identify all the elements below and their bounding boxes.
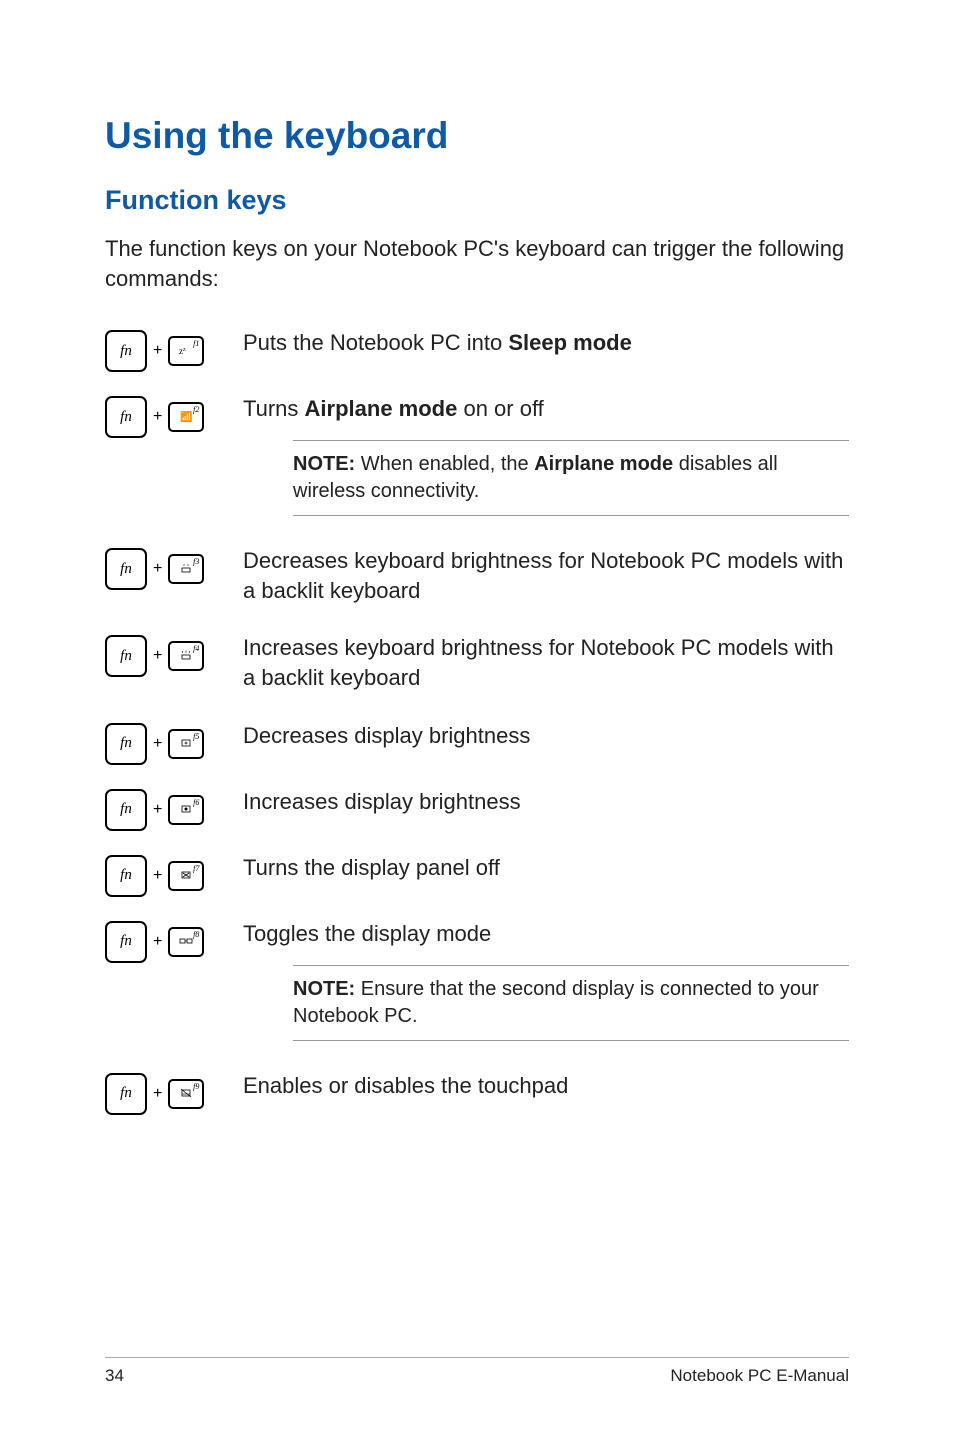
description: Enables or disables the touchpad (243, 1071, 849, 1101)
plus-icon: + (153, 560, 162, 578)
display-off-icon (179, 868, 193, 883)
sleep-icon: zz (179, 344, 193, 359)
f7-key-icon: f7 (168, 861, 204, 891)
plus-icon: + (153, 342, 162, 360)
keyboard-dim-icon (179, 562, 193, 577)
function-row-f6: fn + f6 Increases display brightness (105, 787, 849, 831)
key-combo: fn + f4 (105, 633, 243, 677)
fn-key-icon: fn (105, 921, 147, 963)
touchpad-icon (179, 1086, 193, 1101)
plus-icon: + (153, 933, 162, 951)
key-combo: fn + f5 (105, 721, 243, 765)
page-number: 34 (105, 1366, 124, 1386)
fn-key-icon: fn (105, 723, 147, 765)
brightness-up-icon (179, 802, 193, 817)
key-combo: fn + f3 (105, 546, 243, 590)
function-row-f5: fn + f5 Decreases display brightness (105, 721, 849, 765)
svg-text:📶: 📶 (180, 410, 192, 422)
key-combo: fn + f1 zz (105, 328, 243, 372)
description: Turns the display panel off (243, 853, 849, 883)
fn-key-icon: fn (105, 789, 147, 831)
page-footer: 34 Notebook PC E-Manual (105, 1357, 849, 1386)
plus-icon: + (153, 867, 162, 885)
f4-key-icon: f4 (168, 641, 204, 671)
plus-icon: + (153, 735, 162, 753)
function-row-f9: fn + f9 Enables or disables the touchpad (105, 1071, 849, 1115)
description: Turns Airplane mode on or off NOTE: When… (243, 394, 849, 524)
key-combo: fn + f8 (105, 919, 243, 963)
function-row-f1: fn + f1 zz Puts the Notebook PC into Sle… (105, 328, 849, 372)
svg-text:z: z (183, 347, 186, 353)
note-box: NOTE: Ensure that the second display is … (293, 965, 849, 1041)
note-box: NOTE: When enabled, the Airplane mode di… (293, 440, 849, 516)
fn-key-icon: fn (105, 396, 147, 438)
f3-key-icon: f3 (168, 554, 204, 584)
section-title: Function keys (105, 185, 849, 216)
description: Toggles the display mode NOTE: Ensure th… (243, 919, 849, 1049)
fn-key-icon: fn (105, 635, 147, 677)
description: Puts the Notebook PC into Sleep mode (243, 328, 849, 358)
description: Decreases display brightness (243, 721, 849, 751)
key-combo: fn + f6 (105, 787, 243, 831)
description: Increases display brightness (243, 787, 849, 817)
fn-key-icon: fn (105, 1073, 147, 1115)
wifi-icon: 📶 (179, 410, 193, 425)
brightness-down-icon (179, 736, 193, 751)
function-row-f8: fn + f8 Toggles the display mode NOTE: E… (105, 919, 849, 1049)
key-combo: fn + f2 📶 (105, 394, 243, 438)
function-row-f4: fn + f4 Increases keyboard brightness fo… (105, 633, 849, 692)
function-row-f3: fn + f3 Decreases keyboard brightness fo… (105, 546, 849, 605)
page-title: Using the keyboard (105, 115, 849, 157)
function-row-f2: fn + f2 📶 Turns Airplane mode on or off … (105, 394, 849, 524)
fn-key-icon: fn (105, 855, 147, 897)
plus-icon: + (153, 408, 162, 426)
fn-key-icon: fn (105, 548, 147, 590)
display-toggle-icon (178, 934, 194, 949)
key-combo: fn + f9 (105, 1071, 243, 1115)
plus-icon: + (153, 1085, 162, 1103)
function-row-f7: fn + f7 Turns the display panel off (105, 853, 849, 897)
f5-key-icon: f5 (168, 729, 204, 759)
fn-key-icon: fn (105, 330, 147, 372)
plus-icon: + (153, 647, 162, 665)
footer-title: Notebook PC E-Manual (670, 1366, 849, 1386)
key-combo: fn + f7 (105, 853, 243, 897)
description: Increases keyboard brightness for Notebo… (243, 633, 849, 692)
f2-key-icon: f2 📶 (168, 402, 204, 432)
f1-key-icon: f1 zz (168, 336, 204, 366)
description: Decreases keyboard brightness for Notebo… (243, 546, 849, 605)
keyboard-bright-icon (179, 649, 193, 664)
plus-icon: + (153, 801, 162, 819)
intro-text: The function keys on your Notebook PC's … (105, 234, 849, 293)
f8-key-icon: f8 (168, 927, 204, 957)
f9-key-icon: f9 (168, 1079, 204, 1109)
f6-key-icon: f6 (168, 795, 204, 825)
